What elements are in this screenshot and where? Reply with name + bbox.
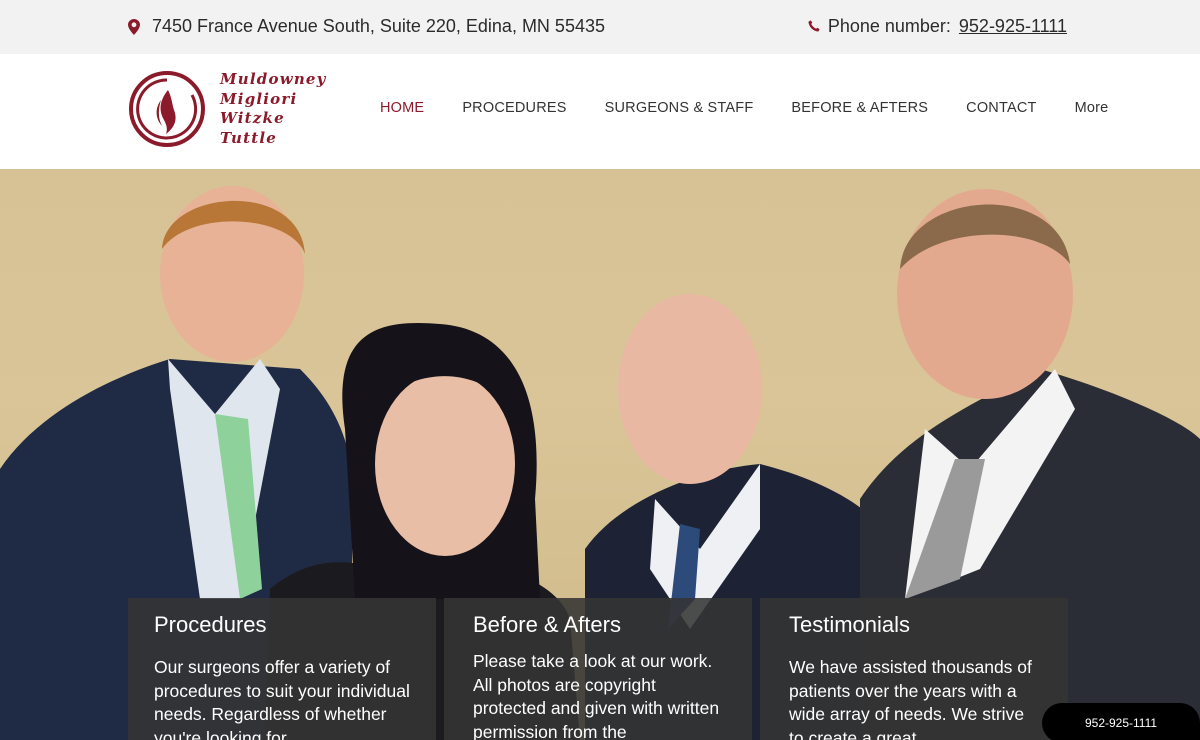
logo-text: Muldowney Migliori Witzke Tuttle (220, 70, 327, 148)
nav-before-afters[interactable]: BEFORE & AFTERS (772, 100, 947, 116)
logo-line: Tuttle (220, 128, 277, 147)
phone-number-link[interactable]: 952-925-1111 (959, 16, 1067, 37)
card-title: Before & Afters (473, 612, 621, 637)
logo-mark-icon (129, 71, 205, 147)
logo-line: Muldowney (220, 70, 327, 88)
address-block: 7450 France Avenue South, Suite 220, Edi… (128, 16, 605, 37)
floating-phone-button[interactable]: 952-925-1111 (1042, 703, 1200, 740)
site-header: Muldowney Migliori Witzke Tuttle HOME PR… (0, 54, 1200, 169)
nav-more[interactable]: More (1056, 100, 1128, 116)
card-body: Our surgeons offer a variety of procedur… (154, 657, 410, 740)
hero-section: Procedures Our surgeons offer a variety … (0, 169, 1200, 740)
top-info-bar: 7450 France Avenue South, Suite 220, Edi… (0, 0, 1200, 54)
phone-block: Phone number: 952-925-1111 (808, 16, 1067, 37)
map-pin-icon (128, 18, 140, 35)
card-body: We have assisted thousands of patients o… (789, 657, 1032, 740)
nav-home[interactable]: HOME (372, 100, 443, 116)
main-nav: HOME PROCEDURES SURGEONS & STAFF BEFORE … (372, 100, 1127, 116)
card-body: Please take a look at our work. All phot… (473, 651, 720, 740)
procedures-card[interactable]: Procedures Our surgeons offer a variety … (128, 598, 436, 740)
testimonials-card[interactable]: Testimonials We have assisted thousands … (760, 598, 1068, 740)
nav-surgeons-staff[interactable]: SURGEONS & STAFF (586, 100, 773, 116)
phone-label: Phone number: (827, 16, 951, 36)
logo[interactable]: Muldowney Migliori Witzke Tuttle (128, 70, 327, 148)
nav-contact[interactable]: CONTACT (947, 100, 1055, 116)
phone-icon (808, 19, 820, 35)
nav-procedures[interactable]: PROCEDURES (443, 100, 585, 116)
card-title: Testimonials (789, 612, 911, 637)
address-text: 7450 France Avenue South, Suite 220, Edi… (152, 16, 605, 36)
logo-line: Migliori (220, 89, 298, 108)
logo-line: Witzke (220, 109, 285, 127)
before-afters-card[interactable]: Before & Afters Please take a look at ou… (444, 598, 752, 740)
card-title: Procedures (154, 612, 267, 637)
